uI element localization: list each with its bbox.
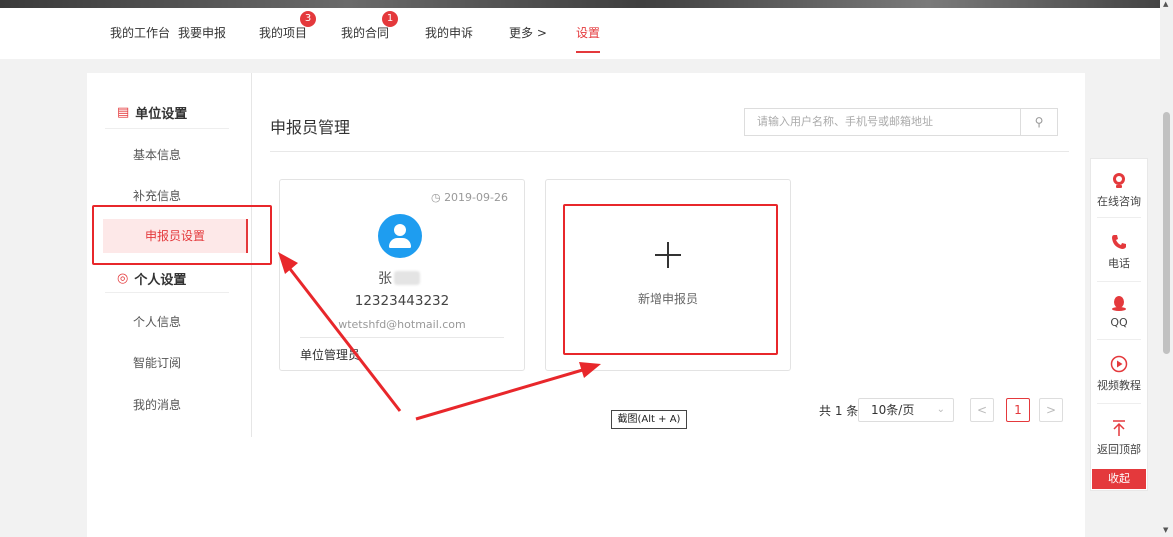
arrow-up-icon — [1113, 420, 1125, 436]
right-float-bar: 在线咨询 电话 QQ 视频教程 返回顶部 收起 — [1090, 158, 1148, 491]
declarer-email: wtetshfd@hotmail.com — [338, 318, 466, 331]
play-icon — [1110, 355, 1128, 373]
headset-icon — [1113, 173, 1125, 188]
nav-appeals[interactable]: 我的申诉 — [425, 24, 473, 41]
nav-contracts[interactable]: 我的合同 1 — [341, 11, 399, 41]
nav-settings[interactable]: 设置 — [576, 24, 601, 53]
chevron-down-icon: ⌄ — [936, 404, 945, 415]
scroll-down-arrow-icon[interactable]: ▼ — [1163, 526, 1168, 534]
contracts-count-badge: 1 — [382, 11, 399, 27]
declarer-card[interactable]: ◷ 2019-09-26 张 12323443232 wtetshfd@hotm… — [279, 179, 525, 371]
unit-settings-heading: ▤ 单位设置 — [117, 105, 188, 122]
annotation-box-add-card — [563, 204, 778, 355]
sidebar-item-subscription[interactable]: 智能订阅 — [87, 354, 251, 371]
page-scrollbar[interactable]: ▲ ▼ — [1160, 0, 1173, 537]
sidebar-item-personal-info[interactable]: 个人信息 — [87, 313, 251, 330]
top-nav: 我的工作台 我要申报 我的项目 3 我的合同 1 我的申诉 更多 > 设置 — [0, 8, 1160, 59]
phone-button[interactable]: 电话 — [1091, 233, 1147, 271]
declarer-phone: 12323443232 — [354, 293, 450, 309]
next-page-button[interactable]: > — [1039, 398, 1063, 422]
card-date: ◷ 2019-09-26 — [430, 191, 508, 204]
page-number-button[interactable]: 1 — [1006, 398, 1030, 422]
video-tutorial-button[interactable]: 视频教程 — [1091, 355, 1147, 393]
declarer-role: 单位管理员 — [300, 348, 361, 362]
building-icon: ▤ — [117, 105, 130, 120]
nav-projects[interactable]: 我的项目 3 — [259, 11, 317, 41]
back-to-top-button[interactable]: 返回顶部 — [1091, 419, 1147, 457]
prev-page-button[interactable]: < — [970, 398, 994, 422]
scroll-up-arrow-icon[interactable]: ▲ — [1163, 0, 1168, 8]
card-divider — [300, 337, 504, 338]
title-divider — [270, 151, 1069, 152]
clock-icon: ◷ — [430, 191, 441, 204]
sidebar-item-messages[interactable]: 我的消息 — [87, 396, 251, 413]
search-input[interactable]: 请输入用户名称、手机号或邮箱地址 — [744, 108, 1020, 136]
page-title: 申报员管理 — [270, 118, 351, 137]
projects-count-badge: 3 — [300, 11, 317, 27]
scroll-thumb[interactable] — [1163, 112, 1170, 354]
search-icon: ⚲ — [1034, 115, 1044, 129]
collapse-button[interactable]: 收起 — [1092, 469, 1146, 489]
sidebar-item-basic-info[interactable]: 基本信息 — [87, 146, 251, 163]
pager-total: 共 1 条 — [819, 404, 859, 418]
personal-settings-heading: ◎ 个人设置 — [117, 271, 187, 288]
declarer-name: 张 — [378, 268, 420, 288]
section-underline — [105, 128, 229, 129]
online-consult-button[interactable]: 在线咨询 — [1091, 171, 1147, 209]
qq-penguin-icon — [1112, 296, 1126, 311]
page-size-select[interactable]: 10条/页 ⌄ — [858, 398, 954, 422]
search-button[interactable]: ⚲ — [1020, 108, 1058, 136]
qq-button[interactable]: QQ — [1091, 294, 1147, 329]
user-circle-icon: ◎ — [117, 271, 129, 286]
screenshot-tooltip: 截图(Alt + A) — [611, 410, 687, 429]
sidebar-item-extra-info[interactable]: 补充信息 — [87, 187, 251, 204]
top-banner-strip — [0, 0, 1160, 8]
section-underline — [105, 292, 229, 293]
avatar — [378, 214, 422, 258]
nav-apply[interactable]: 我要申报 — [178, 24, 226, 41]
annotation-box-sidebar — [92, 205, 272, 265]
nav-more[interactable]: 更多 > — [509, 24, 547, 41]
phone-icon — [1112, 235, 1126, 249]
redacted-name — [394, 271, 420, 285]
nav-workbench[interactable]: 我的工作台 — [110, 24, 170, 41]
